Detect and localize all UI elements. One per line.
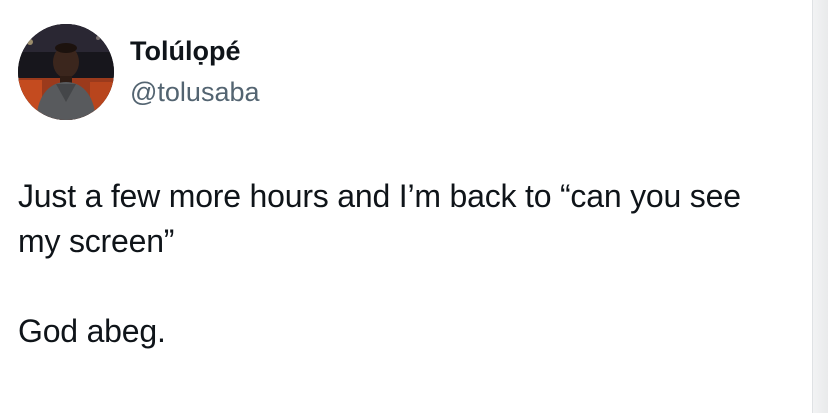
avatar-photo-icon	[18, 24, 114, 120]
author-avatar[interactable]	[18, 24, 114, 120]
tweet-paragraph: Just a few more hours and I’m back to “c…	[18, 178, 741, 259]
author-display-name[interactable]: Tolúlọpé	[130, 36, 240, 66]
scrollbar-track[interactable]	[812, 0, 828, 413]
tweet-card: Tolúlọpé @tolusaba Just a few more hours…	[0, 0, 812, 413]
tweet-paragraph: God abeg.	[18, 313, 166, 349]
tweet-text: Just a few more hours and I’m back to “c…	[18, 174, 788, 354]
author-handle[interactable]: @tolusaba	[130, 77, 260, 107]
